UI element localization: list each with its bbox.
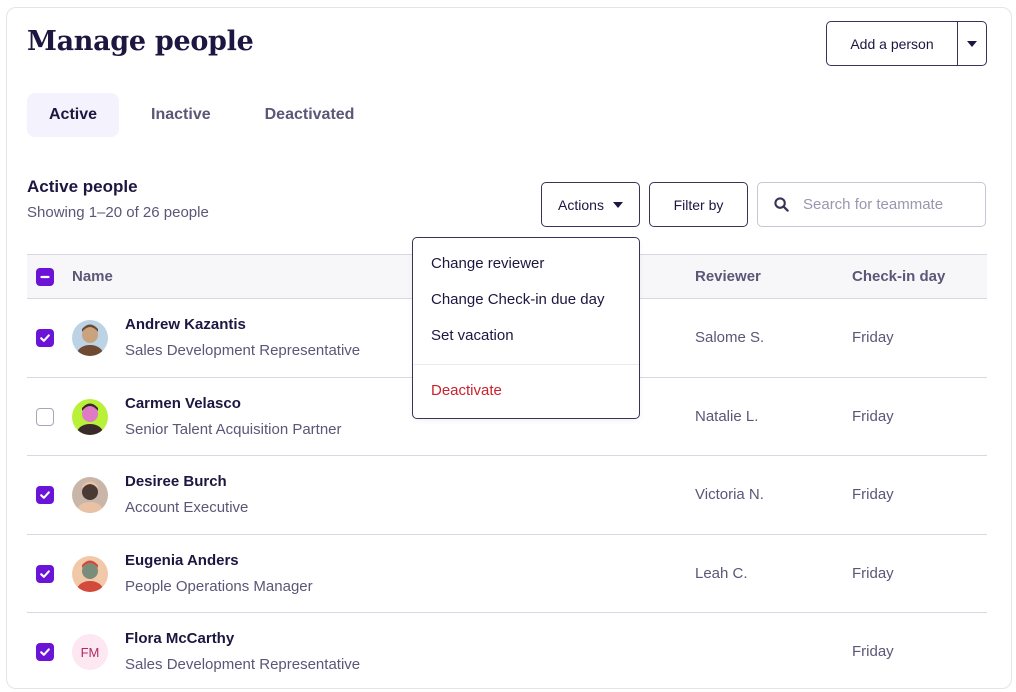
avatar: [72, 555, 108, 592]
actions-label: Actions: [558, 196, 604, 213]
check-icon: [40, 491, 50, 499]
column-header-checkin-day[interactable]: Check-in day: [852, 268, 945, 285]
row-checkbox[interactable]: [36, 643, 54, 661]
person-name[interactable]: Flora McCarthy: [125, 630, 234, 647]
menu-item-set-vacation[interactable]: Set vacation: [431, 327, 514, 344]
person-name[interactable]: Carmen Velasco: [125, 395, 241, 412]
menu-divider: [413, 364, 639, 365]
person-reviewer: Salome S.: [695, 329, 765, 346]
actions-button[interactable]: Actions: [541, 182, 640, 227]
menu-item-change-reviewer[interactable]: Change reviewer: [431, 255, 544, 272]
avatar-photo: [72, 555, 108, 592]
tab-active[interactable]: Active: [27, 93, 120, 137]
row-checkbox[interactable]: [36, 329, 54, 347]
person-checkin-day: Friday: [852, 486, 894, 503]
table-row[interactable]: Eugenia Anders People Operations Manager…: [27, 535, 987, 613]
person-role: Account Executive: [125, 499, 249, 516]
person-reviewer: Leah C.: [695, 564, 748, 582]
check-icon: [40, 334, 50, 342]
person-reviewer: Natalie L.: [695, 407, 759, 425]
avatar: [72, 477, 108, 513]
avatar: [72, 398, 108, 435]
table-row[interactable]: Desiree Burch Account Executive Victoria…: [27, 456, 987, 535]
tab-deactivated[interactable]: Deactivated: [243, 93, 377, 137]
search-box: [757, 182, 986, 227]
person-checkin-day: Friday: [852, 407, 894, 425]
status-tabs: Active Inactive Deactivated: [27, 93, 386, 137]
section-title: Active people: [27, 177, 138, 196]
person-role: People Operations Manager: [125, 577, 313, 595]
menu-item-change-checkin-day[interactable]: Change Check-in due day: [431, 291, 604, 308]
page-title: Manage people: [27, 26, 254, 57]
search-input[interactable]: [803, 196, 973, 213]
person-checkin-day: Friday: [852, 643, 894, 660]
check-icon: [40, 648, 50, 656]
search-icon: [774, 197, 789, 212]
results-count: Showing 1–20 of 26 people: [27, 204, 209, 221]
row-checkbox[interactable]: [36, 407, 54, 426]
person-role: Sales Development Representative: [125, 342, 361, 359]
avatar: [72, 320, 108, 356]
select-all-checkbox[interactable]: [36, 268, 54, 286]
row-checkbox[interactable]: [36, 486, 54, 504]
menu-item-deactivate[interactable]: Deactivate: [431, 382, 502, 399]
add-person-dropdown-toggle[interactable]: [958, 22, 986, 65]
person-role: Sales Development Representative: [125, 656, 361, 673]
add-person-split-button: Add a person: [826, 21, 987, 66]
check-icon: [40, 569, 50, 578]
column-header-name[interactable]: Name: [72, 268, 113, 285]
row-checkbox[interactable]: [36, 564, 54, 583]
person-checkin-day: Friday: [852, 564, 894, 582]
person-name[interactable]: Eugenia Anders: [125, 552, 239, 569]
caret-down-icon: [967, 40, 977, 47]
minus-icon: [40, 275, 50, 279]
caret-down-icon: [612, 201, 623, 208]
column-header-reviewer[interactable]: Reviewer: [695, 268, 761, 285]
person-name[interactable]: Desiree Burch: [125, 473, 227, 490]
add-person-button[interactable]: Add a person: [827, 22, 958, 65]
person-name[interactable]: Andrew Kazantis: [125, 316, 246, 333]
person-checkin-day: Friday: [852, 329, 894, 346]
filter-by-button[interactable]: Filter by: [649, 182, 748, 227]
manage-people-card: Manage people Add a person Active Inacti…: [6, 7, 1012, 689]
person-reviewer: Victoria N.: [695, 486, 764, 503]
table-row[interactable]: FM Flora McCarthy Sales Development Repr…: [27, 613, 987, 688]
avatar: FM: [72, 634, 108, 670]
tab-inactive[interactable]: Inactive: [129, 93, 233, 137]
person-role: Senior Talent Acquisition Partner: [125, 420, 342, 438]
avatar-photo: [72, 398, 108, 435]
avatar-photo: [72, 477, 108, 513]
actions-dropdown-menu: Change reviewer Change Check-in due day …: [412, 237, 640, 419]
avatar-photo: [72, 320, 108, 356]
